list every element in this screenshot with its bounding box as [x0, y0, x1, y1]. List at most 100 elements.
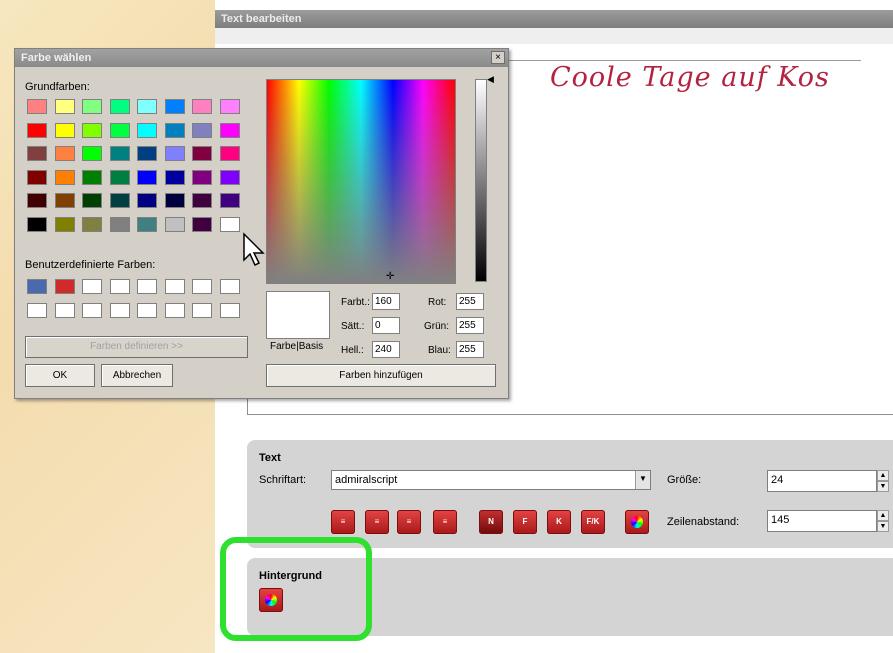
basic-color-swatch[interactable]: [54, 146, 75, 161]
font-select[interactable]: admiralscript ▼: [331, 470, 651, 490]
basic-color-swatch[interactable]: [54, 169, 75, 185]
basic-color-swatch[interactable]: [192, 216, 212, 232]
add-custom-color-button[interactable]: Farben hinzufügen: [266, 364, 496, 387]
custom-color-swatch[interactable]: [137, 303, 157, 318]
custom-color-swatch[interactable]: [219, 303, 240, 318]
basic-color-swatch[interactable]: [164, 169, 185, 185]
sat-input[interactable]: 0: [372, 317, 400, 334]
basic-color-swatch[interactable]: [82, 122, 102, 138]
basic-color-swatch[interactable]: [109, 99, 130, 114]
color-preview: [266, 291, 330, 339]
basic-color-swatch[interactable]: [27, 193, 47, 208]
basic-color-swatch[interactable]: [164, 122, 185, 138]
basic-color-swatch[interactable]: [219, 193, 240, 208]
basic-color-swatch[interactable]: [27, 216, 47, 232]
basic-color-swatch[interactable]: [192, 169, 212, 185]
crosshair-icon[interactable]: ✛: [386, 271, 394, 282]
custom-color-swatch[interactable]: [219, 279, 240, 294]
canvas-text[interactable]: Coole Tage auf Kos: [550, 62, 830, 93]
custom-color-swatch[interactable]: [164, 279, 185, 294]
custom-color-swatch[interactable]: [192, 279, 212, 294]
basic-color-swatch[interactable]: [137, 216, 157, 232]
basic-color-swatch[interactable]: [164, 146, 185, 161]
close-icon[interactable]: ×: [491, 51, 505, 64]
justify-button[interactable]: ≡: [433, 510, 457, 534]
basic-color-swatch[interactable]: [192, 99, 212, 114]
color-spectrum[interactable]: [266, 79, 456, 284]
line-spacing-spin-up-icon[interactable]: ▲: [877, 510, 889, 521]
basic-color-swatch[interactable]: [137, 193, 157, 208]
align-center-button[interactable]: ≡: [365, 510, 389, 534]
size-spin-down-icon[interactable]: ▼: [877, 481, 889, 492]
slider-arrow-icon[interactable]: ◀: [487, 74, 494, 85]
basic-color-swatch[interactable]: [109, 146, 130, 161]
red-input[interactable]: 255: [456, 293, 484, 310]
basic-color-swatch[interactable]: [164, 216, 185, 232]
basic-color-swatch[interactable]: [192, 193, 212, 208]
bold-italic-button[interactable]: F/K: [581, 510, 605, 534]
blue-input[interactable]: 255: [456, 341, 484, 358]
hue-input[interactable]: 160: [372, 293, 400, 310]
size-spin-up-icon[interactable]: ▲: [877, 470, 889, 481]
basic-color-swatch[interactable]: [192, 122, 212, 138]
custom-color-swatch[interactable]: [27, 279, 47, 294]
basic-color-swatch[interactable]: [137, 122, 157, 138]
custom-color-swatch[interactable]: [192, 303, 212, 318]
lum-input[interactable]: 240: [372, 341, 400, 358]
text-color-button[interactable]: [625, 510, 649, 534]
basic-color-swatch[interactable]: [137, 169, 157, 185]
basic-color-swatch[interactable]: [82, 99, 102, 114]
basic-color-swatch[interactable]: [82, 193, 102, 208]
basic-color-swatch[interactable]: [219, 169, 240, 185]
basic-color-swatch[interactable]: [109, 193, 130, 208]
align-left-button[interactable]: ≡: [331, 510, 355, 534]
basic-color-swatch[interactable]: [109, 216, 130, 232]
basic-color-swatch[interactable]: [164, 99, 185, 114]
basic-color-swatch[interactable]: [137, 99, 157, 114]
green-input[interactable]: 255: [456, 317, 484, 334]
custom-color-swatch[interactable]: [54, 303, 75, 318]
ok-button[interactable]: OK: [25, 364, 95, 387]
define-custom-colors-button[interactable]: Farben definieren >>: [25, 336, 248, 358]
custom-color-swatch[interactable]: [27, 303, 47, 318]
custom-color-swatch[interactable]: [164, 303, 185, 318]
basic-colors-label: Grundfarben:: [25, 81, 90, 93]
basic-color-swatch[interactable]: [192, 146, 212, 161]
custom-color-swatch[interactable]: [109, 303, 130, 318]
basic-color-swatch[interactable]: [54, 193, 75, 208]
size-input[interactable]: 24: [767, 470, 877, 492]
basic-color-swatch[interactable]: [54, 122, 75, 138]
custom-color-swatch[interactable]: [137, 279, 157, 294]
line-spacing-spin-down-icon[interactable]: ▼: [877, 521, 889, 532]
chevron-down-icon[interactable]: ▼: [635, 471, 650, 489]
custom-color-swatch[interactable]: [82, 303, 102, 318]
basic-color-swatch[interactable]: [219, 216, 240, 232]
normal-style-button[interactable]: N: [479, 510, 503, 534]
basic-color-swatch[interactable]: [109, 122, 130, 138]
basic-color-swatch[interactable]: [27, 146, 47, 161]
basic-color-swatch[interactable]: [82, 216, 102, 232]
custom-color-swatch[interactable]: [54, 279, 75, 294]
custom-color-swatch[interactable]: [82, 279, 102, 294]
basic-color-swatch[interactable]: [27, 122, 47, 138]
basic-color-swatch[interactable]: [137, 146, 157, 161]
italic-button[interactable]: K: [547, 510, 571, 534]
basic-color-swatch[interactable]: [54, 216, 75, 232]
basic-color-swatch[interactable]: [219, 122, 240, 138]
align-right-button[interactable]: ≡: [397, 510, 421, 534]
luminance-slider[interactable]: [475, 79, 487, 282]
line-spacing-input[interactable]: 145: [767, 510, 877, 532]
color-solid-label: Farbe|Basis: [270, 341, 324, 352]
bold-button[interactable]: F: [513, 510, 537, 534]
basic-color-swatch[interactable]: [27, 169, 47, 185]
basic-color-swatch[interactable]: [54, 99, 75, 114]
cancel-button[interactable]: Abbrechen: [101, 364, 173, 387]
basic-color-swatch[interactable]: [82, 146, 102, 161]
basic-color-swatch[interactable]: [27, 99, 47, 114]
basic-color-swatch[interactable]: [82, 169, 102, 185]
basic-color-swatch[interactable]: [109, 169, 130, 185]
basic-color-swatch[interactable]: [219, 99, 240, 114]
basic-color-swatch[interactable]: [164, 193, 185, 208]
basic-color-swatch[interactable]: [219, 146, 240, 161]
custom-color-swatch[interactable]: [109, 279, 130, 294]
